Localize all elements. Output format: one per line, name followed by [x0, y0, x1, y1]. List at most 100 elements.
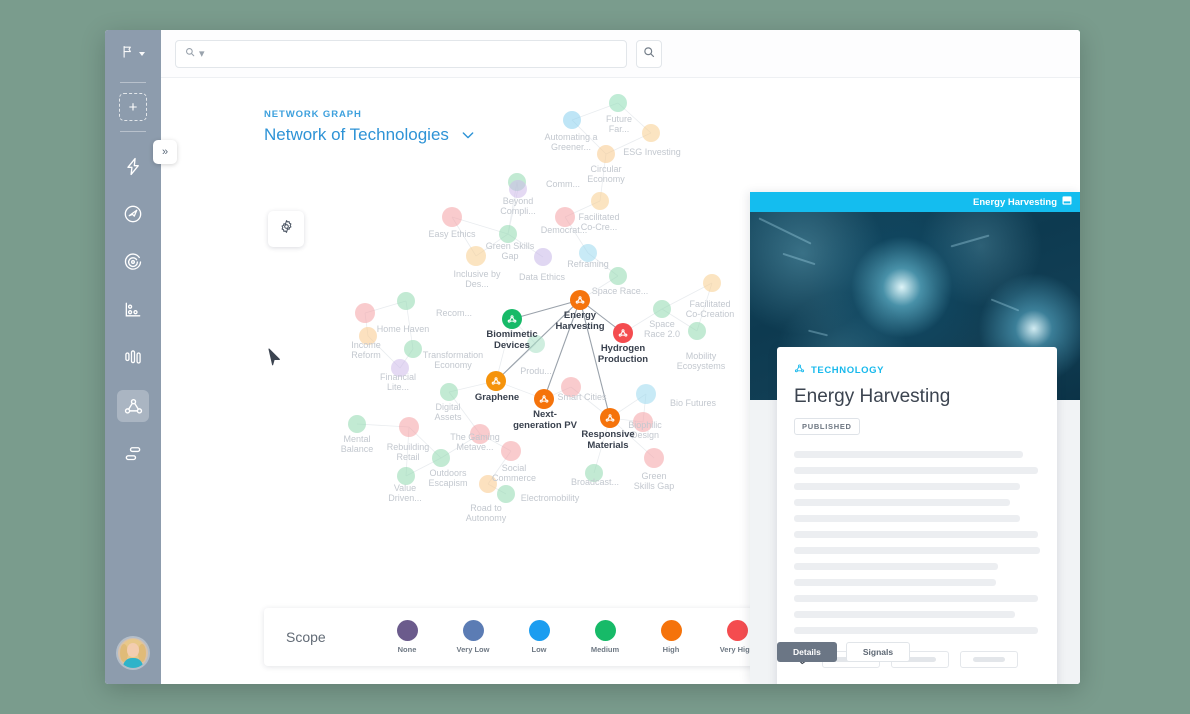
graph-node[interactable] [397, 467, 415, 485]
graph-node[interactable] [391, 359, 409, 377]
detail-tabs[interactable]: Details Signals [777, 642, 911, 662]
graph-node[interactable] [597, 145, 615, 163]
search-icon [185, 47, 195, 60]
graph-node[interactable] [399, 417, 419, 437]
legend-dot [726, 620, 748, 641]
graph-node[interactable] [636, 384, 656, 404]
graph-node[interactable] [499, 225, 517, 243]
search-icon [643, 45, 655, 63]
graph-node[interactable] [440, 383, 458, 401]
graph-node-highlighted[interactable] [613, 323, 633, 343]
legend-item[interactable]: Low [506, 620, 572, 654]
sidebar-divider-top [120, 82, 146, 83]
graph-node[interactable] [355, 303, 375, 323]
legend-label: None [397, 645, 417, 654]
minimize-window-icon[interactable] [1062, 196, 1072, 208]
graph-node[interactable] [563, 111, 581, 129]
tag-chip[interactable] [960, 650, 1018, 668]
sidebar-item-scatter[interactable] [117, 294, 149, 326]
skeleton-line [794, 611, 1016, 618]
technology-card: TECHNOLOGY Energy Harvesting PUBLISHED [777, 347, 1057, 684]
graph-node-highlighted[interactable] [570, 290, 590, 310]
graph-node[interactable] [497, 485, 515, 503]
legend-item[interactable]: None [374, 620, 440, 654]
legend-label: Very Low [456, 645, 490, 654]
legend-item[interactable]: Medium [572, 620, 638, 654]
graph-node[interactable] [527, 335, 545, 353]
detail-tab-details[interactable]: Details [777, 642, 837, 662]
graph-node[interactable] [642, 124, 660, 142]
graph-node[interactable] [688, 322, 706, 340]
graph-node-highlighted[interactable] [600, 408, 620, 428]
graph-node[interactable] [633, 412, 653, 432]
graph-node-highlighted[interactable] [502, 309, 522, 329]
graph-node[interactable] [479, 475, 497, 493]
graph-node[interactable] [470, 424, 490, 444]
sidebar-item-explore[interactable] [117, 198, 149, 230]
add-button[interactable]: + [119, 93, 147, 121]
graph-node[interactable] [653, 300, 671, 318]
graph-node-highlighted[interactable] [534, 389, 554, 409]
flag-menu-button[interactable] [121, 44, 145, 64]
graph-node[interactable] [432, 449, 450, 467]
lightning-icon [124, 157, 143, 176]
radar-icon [123, 252, 143, 272]
mouse-cursor [268, 348, 281, 372]
legend-panel: Scope None Very Low Low Medium High Very High [264, 608, 792, 666]
sidebar-item-filters[interactable] [117, 438, 149, 470]
skeleton-line [794, 579, 996, 586]
legend-dot [594, 620, 616, 641]
graph-node[interactable] [703, 274, 721, 292]
graph-node[interactable] [585, 464, 603, 482]
sidebar-item-radar[interactable] [117, 246, 149, 278]
graph-node[interactable] [555, 207, 575, 227]
sidebar-expand-button[interactable]: » [153, 140, 177, 164]
sidebar-divider-mid [120, 131, 146, 132]
bar-chart-icon [123, 348, 143, 368]
legend-item[interactable]: Very Low [440, 620, 506, 654]
detail-panel: Energy Harvesting TECHNOLOGY Energy Harv… [750, 192, 1080, 684]
graph-node[interactable] [348, 415, 366, 433]
avatar[interactable] [118, 638, 148, 668]
graph-node[interactable] [466, 246, 486, 266]
content-skeleton [794, 451, 1040, 634]
sidebar-item-network-graph[interactable] [117, 390, 149, 422]
graph-node[interactable] [591, 192, 609, 210]
graph-node[interactable] [501, 441, 521, 461]
graph-node[interactable] [579, 244, 597, 262]
skeleton-line [794, 563, 999, 570]
graph-node[interactable] [644, 448, 664, 468]
legend-dot [396, 620, 418, 641]
graph-node[interactable] [359, 327, 377, 345]
detail-panel-header: Energy Harvesting [750, 192, 1080, 212]
graph-node[interactable] [442, 207, 462, 227]
graph-node-highlighted[interactable] [486, 371, 506, 391]
skeleton-line [794, 499, 1011, 506]
graph-node[interactable] [534, 248, 552, 266]
detail-tab-signals[interactable]: Signals [845, 642, 911, 662]
sidebar-item-charts[interactable] [117, 342, 149, 374]
graph-node[interactable] [509, 180, 527, 198]
search-field[interactable]: ▾ [175, 39, 627, 68]
technology-node-icon [794, 363, 805, 377]
search-button[interactable] [636, 39, 662, 68]
legend-dot [528, 620, 550, 641]
search-input[interactable] [208, 47, 617, 60]
graph-node[interactable] [609, 267, 627, 285]
graph-node[interactable] [397, 292, 415, 310]
filters-icon [123, 444, 143, 464]
top-bar: ▾ [161, 30, 1080, 78]
graph-node[interactable] [404, 340, 422, 358]
legend-dot [660, 620, 682, 641]
card-kicker-label: TECHNOLOGY [811, 364, 885, 376]
legend-title: Scope [286, 629, 326, 645]
search-scope-caret[interactable]: ▾ [199, 47, 205, 60]
status-badge: PUBLISHED [794, 418, 860, 435]
card-kicker: TECHNOLOGY [794, 363, 1040, 377]
graph-node[interactable] [561, 377, 581, 397]
legend-label: High [662, 645, 680, 654]
graph-node[interactable] [609, 94, 627, 112]
sidebar-item-signals[interactable] [117, 150, 149, 182]
legend-item[interactable]: High [638, 620, 704, 654]
detail-header-title: Energy Harvesting [973, 196, 1057, 208]
